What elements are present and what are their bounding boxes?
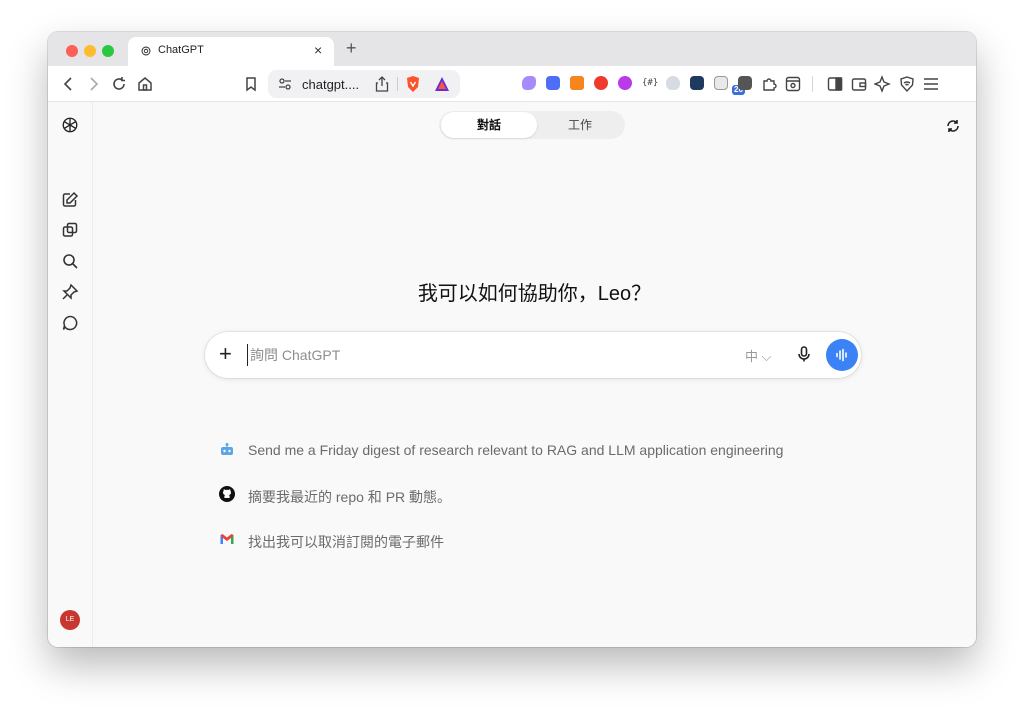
github-icon bbox=[219, 486, 235, 502]
new-tab-button[interactable]: + bbox=[346, 38, 357, 58]
waveform-icon bbox=[836, 348, 847, 362]
tab-title: ChatGPT bbox=[158, 44, 204, 56]
browser-tab-chatgpt[interactable]: ChatGPT × bbox=[128, 37, 334, 66]
browser-window: ChatGPT × + chatgpt.... {#} 26 LE 對話 工作 … bbox=[48, 32, 976, 647]
input-language-selector[interactable]: 中 ⌵ bbox=[745, 346, 771, 365]
url-text: chatgpt.... bbox=[302, 77, 360, 92]
forward-icon[interactable] bbox=[84, 75, 102, 93]
main-content: 對話 工作 我可以如何協助你，Leo？ + 中 ⌵ S bbox=[93, 102, 976, 647]
tab-strip: ChatGPT × + bbox=[48, 32, 976, 66]
robot-icon bbox=[221, 443, 233, 455]
sidebar: LE bbox=[48, 102, 93, 647]
suggestion-text: 摘要我最近的 repo 和 PR 動態。 bbox=[248, 489, 452, 505]
extension-bolt-icon[interactable] bbox=[546, 76, 560, 90]
json-viewer-icon[interactable]: {#} bbox=[642, 76, 658, 90]
home-extension-icon[interactable] bbox=[714, 76, 728, 90]
bookmark-icon[interactable] bbox=[242, 75, 260, 93]
pin-icon[interactable] bbox=[61, 283, 79, 301]
extension-flash-icon[interactable] bbox=[594, 76, 608, 90]
brave-shields-icon[interactable] bbox=[405, 75, 421, 93]
toolbar-divider bbox=[812, 76, 813, 92]
extension-cloud-icon[interactable] bbox=[522, 76, 536, 90]
menu-icon[interactable] bbox=[922, 75, 940, 93]
gmail-icon bbox=[220, 534, 234, 544]
suggestion-text: 找出我可以取消訂閱的電子郵件 bbox=[248, 534, 444, 550]
maximize-window-button[interactable] bbox=[102, 45, 114, 57]
extensions-puzzle-icon[interactable] bbox=[760, 75, 778, 93]
wallet-icon[interactable] bbox=[850, 75, 868, 93]
composer: + 中 ⌵ bbox=[205, 332, 861, 378]
tab-work[interactable]: 工作 bbox=[537, 112, 623, 138]
home-icon[interactable] bbox=[136, 75, 154, 93]
metamask-icon[interactable] bbox=[570, 76, 584, 90]
share-icon[interactable] bbox=[375, 76, 389, 92]
add-attachment-button[interactable]: + bbox=[219, 343, 232, 365]
minimize-window-button[interactable] bbox=[84, 45, 96, 57]
reader-mode-icon[interactable] bbox=[784, 75, 802, 93]
chatgpt-favicon-icon bbox=[141, 46, 151, 56]
greeting-heading: 我可以如何協助你，Leo？ bbox=[417, 283, 652, 305]
vpn-icon[interactable] bbox=[898, 75, 916, 93]
chatgpt-logo-icon[interactable] bbox=[61, 116, 79, 134]
prompt-input[interactable] bbox=[247, 344, 687, 366]
brave-rewards-icon[interactable] bbox=[434, 76, 450, 92]
sidebar-toggle-icon[interactable] bbox=[826, 75, 844, 93]
library-icon[interactable] bbox=[61, 221, 79, 239]
refresh-icon[interactable] bbox=[945, 118, 961, 134]
tab-chat[interactable]: 對話 bbox=[441, 112, 537, 138]
browser-toolbar: chatgpt.... {#} 26 bbox=[48, 66, 976, 102]
leo-ai-icon[interactable] bbox=[874, 75, 892, 93]
reload-icon[interactable] bbox=[110, 75, 128, 93]
voice-mode-button[interactable] bbox=[826, 339, 858, 371]
suggestion-text: Send me a Friday digest of research rele… bbox=[248, 442, 784, 458]
avatar[interactable]: LE bbox=[60, 610, 80, 630]
mode-switcher: 對話 工作 bbox=[439, 111, 625, 139]
chat-bubble-icon[interactable] bbox=[61, 314, 79, 332]
new-chat-icon[interactable] bbox=[61, 191, 79, 209]
divider bbox=[397, 77, 398, 91]
tab-close-icon[interactable]: × bbox=[314, 42, 322, 58]
code-extension-icon[interactable] bbox=[690, 76, 704, 90]
chat-extension-icon[interactable] bbox=[738, 76, 752, 90]
address-bar[interactable]: chatgpt.... bbox=[268, 70, 460, 98]
shield-icon[interactable] bbox=[666, 76, 680, 90]
back-icon[interactable] bbox=[60, 75, 78, 93]
microphone-icon[interactable] bbox=[795, 345, 813, 363]
extension-circle-icon[interactable] bbox=[618, 76, 632, 90]
search-icon[interactable] bbox=[61, 252, 79, 270]
site-settings-icon[interactable] bbox=[278, 77, 292, 91]
close-window-button[interactable] bbox=[66, 45, 78, 57]
